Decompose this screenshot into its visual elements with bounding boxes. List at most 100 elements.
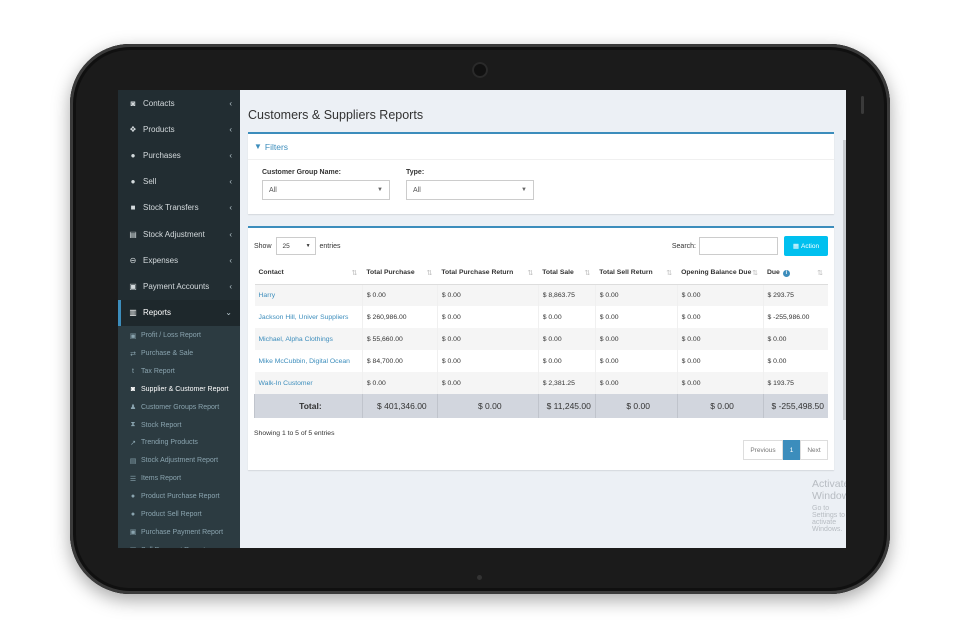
sidebar-item-sell[interactable]: ● Sell ‹ bbox=[118, 169, 240, 195]
report-table: Contact ⇅ Total Purchase ⇅ Total Purchase Re… bbox=[254, 262, 828, 418]
entries-select[interactable]: 25 ▼ bbox=[275, 237, 316, 255]
column-header[interactable]: Total Purchase Return ⇅ bbox=[437, 262, 539, 285]
sidebar-item-payment-accounts[interactable]: ▣ Payment Accounts ‹ bbox=[118, 273, 240, 299]
sort-icon: ⇅ bbox=[817, 269, 823, 277]
scrollbar[interactable] bbox=[843, 140, 846, 420]
pagination: Previous 1 Next bbox=[743, 440, 828, 460]
submenu-item-label: Product Sell Report bbox=[141, 511, 202, 519]
truck-icon: ■ bbox=[130, 203, 136, 213]
screen: ◙ Contacts ‹ ❖ Products ‹ ● Purchases ‹ ● Sell ‹ ■ St… bbox=[118, 90, 846, 548]
action-label: Action bbox=[801, 242, 820, 250]
sidebar-item-reports[interactable]: ▥ Reports ⌄ bbox=[118, 299, 240, 326]
submenu-item-supplier-customer-report[interactable]: ◙ Supplier & Customer Report bbox=[118, 380, 240, 398]
sidebar-item-stock-adjustment[interactable]: ▤ Stock Adjustment ‹ bbox=[118, 221, 240, 247]
submenu-item-label: Profit / Loss Report bbox=[141, 332, 201, 340]
chevron-left-icon: ‹ bbox=[229, 203, 232, 213]
column-header[interactable]: Total Purchase ⇅ bbox=[362, 262, 438, 285]
arrow-circle-up-icon: ● bbox=[130, 511, 136, 519]
table-cell: $ 0.00 bbox=[361, 284, 438, 306]
table-cell: $ 0.00 bbox=[537, 350, 596, 372]
tumblr-icon: t bbox=[132, 367, 134, 375]
contact-link[interactable]: Harry bbox=[254, 284, 363, 306]
filters-header[interactable]: ▼ Filters bbox=[248, 134, 834, 160]
sort-icon: ⇅ bbox=[527, 270, 534, 278]
table-row: Harry $ 0.00 $ 0.00 $ 8,863.75 $ 0.00 $ 0.00 $… bbox=[254, 284, 828, 306]
submenu-item-profit-loss-report[interactable]: ▣ Profit / Loss Report bbox=[118, 327, 240, 345]
chevron-left-icon: ‹ bbox=[229, 177, 232, 187]
sidebar-item-label: Stock Transfers bbox=[143, 203, 199, 213]
hourglass-icon: ⧗ bbox=[130, 421, 136, 429]
contact-link[interactable]: Mike McCubbin, Digital Ocean bbox=[255, 350, 363, 372]
column-header[interactable]: Total Sell Return ⇅ bbox=[595, 262, 678, 285]
bar-chart-icon: ▥ bbox=[129, 308, 137, 318]
table-header-row: Contact ⇅ Total Purchase ⇅ Total Purchase Re… bbox=[254, 262, 828, 285]
type-select[interactable]: All ▼ bbox=[406, 180, 534, 200]
sidebar-item-label: Contacts bbox=[143, 98, 175, 108]
submenu-item-label: Stock Adjustment Report bbox=[141, 457, 219, 465]
table-cell: $ 0.00 bbox=[676, 284, 763, 306]
column-header-label: Total Purchase bbox=[366, 269, 415, 277]
info-circle-icon[interactable]: i bbox=[782, 269, 790, 277]
submenu-item-stock-report[interactable]: ⧗ Stock Report bbox=[118, 416, 240, 434]
table-cell: $ 0.00 bbox=[676, 306, 763, 328]
submenu-item-label: Customer Groups Report bbox=[141, 403, 220, 411]
submenu-item-label: Items Report bbox=[141, 475, 182, 483]
submenu-item-stock-adjustment-report[interactable]: ▤ Stock Adjustment Report bbox=[118, 452, 240, 470]
customer-group-select[interactable]: All ▼ bbox=[262, 180, 390, 200]
submenu-item-label: Trending Products bbox=[141, 439, 198, 447]
submenu-item-product-sell-report[interactable]: ● Product Sell Report bbox=[118, 506, 240, 524]
sidebar-item-contacts[interactable]: ◙ Contacts ‹ bbox=[118, 90, 240, 116]
arrow-circle-down-icon: ● bbox=[130, 493, 136, 501]
submenu-item-label: Supplier & Customer Report bbox=[141, 385, 229, 393]
sort-asc-icon: ⇅ bbox=[351, 270, 358, 278]
table-cell: $ 260,986.00 bbox=[361, 306, 438, 328]
table-cell: $ 0.00 bbox=[537, 328, 596, 350]
table-cell: $ 0.00 bbox=[436, 306, 539, 328]
action-button[interactable]: ▦ Action bbox=[784, 236, 828, 256]
submenu-item-label: Tax Report bbox=[141, 367, 175, 375]
sidebar-item-stock-transfers[interactable]: ■ Stock Transfers ‹ bbox=[118, 195, 240, 221]
filter-icon: ▼ bbox=[254, 142, 262, 151]
previous-button[interactable]: Previous bbox=[743, 440, 783, 460]
table-cell: $ 0.00 bbox=[676, 350, 763, 372]
column-header[interactable]: Opening Balance Due ⇅ bbox=[677, 262, 763, 285]
submenu-item-product-purchase-report[interactable]: ● Product Purchase Report bbox=[118, 488, 240, 506]
column-header[interactable]: Due i ⇅ bbox=[763, 262, 828, 285]
next-button[interactable]: Next bbox=[800, 440, 828, 460]
column-header[interactable]: Contact ⇅ bbox=[254, 262, 363, 285]
sidebar-item-expenses[interactable]: ⊖ Expenses ‹ bbox=[118, 247, 240, 273]
filters-box: ▼ Filters Customer Group Name: All ▼ Typ… bbox=[248, 132, 834, 214]
submenu-item-items-report[interactable]: ☰ Items Report bbox=[118, 470, 240, 488]
contact-link[interactable]: Jackson Hill, Univer Suppliers bbox=[255, 306, 363, 328]
submenu-item-purchase-payment-report[interactable]: ▣ Purchase Payment Report bbox=[118, 523, 240, 541]
chevron-left-icon: ‹ bbox=[229, 150, 232, 160]
table-row: Mike McCubbin, Digital Ocean $ 84,700.00 $… bbox=[255, 350, 828, 372]
minus-circle-icon: ⊖ bbox=[129, 255, 137, 265]
report-table-box: Show 25 ▼ entries Search: ▦ Action Conta… bbox=[248, 226, 834, 470]
search-input[interactable] bbox=[699, 237, 778, 255]
address-book-icon: ◙ bbox=[130, 98, 136, 108]
submenu-item-customer-groups-report[interactable]: ♟ Customer Groups Report bbox=[118, 398, 240, 416]
home-sensor bbox=[477, 575, 482, 580]
column-header-label: Contact bbox=[258, 269, 284, 277]
page-1-button[interactable]: 1 bbox=[783, 440, 800, 460]
table-cell: $ 0.00 bbox=[594, 350, 678, 372]
chevron-left-icon: ‹ bbox=[229, 98, 232, 108]
sidebar-item-products[interactable]: ❖ Products ‹ bbox=[118, 116, 240, 142]
database-icon: ▤ bbox=[129, 457, 137, 465]
submenu-item-tax-report[interactable]: t Tax Report bbox=[118, 362, 240, 380]
sidebar-item-purchases[interactable]: ● Purchases ‹ bbox=[118, 142, 240, 168]
total-cell: $ 0.00 bbox=[676, 394, 763, 418]
contact-link[interactable]: Walk-In Customer bbox=[254, 372, 363, 394]
submenu-item-trending-products[interactable]: ↗ Trending Products bbox=[118, 434, 240, 452]
submenu-item-purchase-sale[interactable]: ⇄ Purchase & Sale bbox=[118, 345, 240, 363]
total-label: Total: bbox=[254, 394, 363, 418]
column-header-label: Opening Balance Due bbox=[681, 269, 752, 277]
table-cell: $ 0.00 bbox=[594, 328, 678, 350]
table-cell: $ 0.00 bbox=[361, 372, 438, 394]
submenu-item-sell-payment-report[interactable]: ▣Sell Payment Report bbox=[118, 541, 240, 548]
table-cell: $ 55,660.00 bbox=[361, 328, 438, 350]
contact-link[interactable]: Michael, Alpha Clothings bbox=[254, 328, 363, 350]
sidebar-item-label: Expenses bbox=[143, 255, 179, 265]
column-header[interactable]: Total Sale ⇅ bbox=[538, 262, 596, 285]
